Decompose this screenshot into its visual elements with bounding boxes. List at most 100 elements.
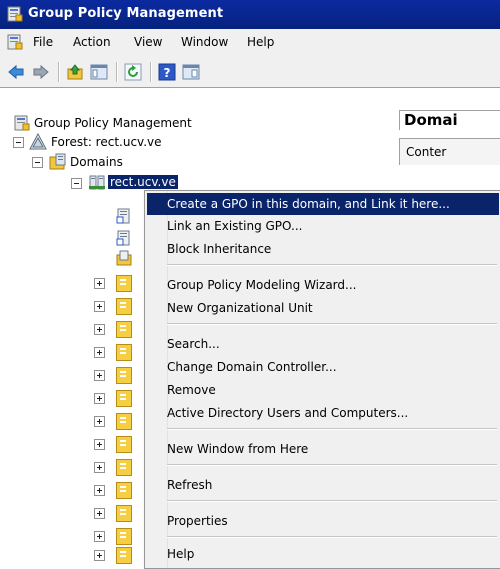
tree-node-ou[interactable] <box>94 527 134 545</box>
menu-item-refresh[interactable]: Refresh <box>147 474 499 496</box>
details-tab[interactable]: Conter <box>399 138 500 165</box>
properties-pane-icon[interactable] <box>182 63 200 81</box>
menu-item-properties[interactable]: Properties <box>147 510 499 532</box>
tree-node-ou[interactable] <box>94 297 134 315</box>
expand-toggle[interactable] <box>94 324 105 335</box>
menu-item-label: Remove <box>167 383 216 397</box>
svg-text:?: ? <box>164 66 171 80</box>
tree-node-ou[interactable] <box>94 274 134 292</box>
expand-toggle[interactable] <box>94 393 105 404</box>
expand-toggle[interactable] <box>94 508 105 519</box>
tree-node-ou[interactable] <box>94 412 134 430</box>
menu-item-new-window[interactable]: New Window from Here <box>147 438 499 460</box>
tree-node-ou[interactable] <box>94 343 134 361</box>
organizational-unit-icon <box>116 547 132 564</box>
menu-item-label: Link an Existing GPO... <box>167 219 303 233</box>
menu-item-label: Properties <box>167 514 228 528</box>
group-policy-management-icon <box>14 115 30 131</box>
linked-gpo-icon[interactable] <box>116 230 132 246</box>
group-policy-objects-icon[interactable] <box>116 250 132 266</box>
menu-item-label: Create a GPO in this domain, and Link it… <box>167 197 450 211</box>
menu-item-label: Group Policy Modeling Wizard... <box>167 278 357 292</box>
menu-separator <box>167 536 497 538</box>
tree-node-root[interactable]: Group Policy Management <box>0 114 300 132</box>
domain-icon <box>89 175 105 190</box>
menu-separator <box>167 264 497 266</box>
menu-item-remove[interactable]: Remove <box>147 379 499 401</box>
tree-label-domain: rect.ucv.ve <box>108 175 178 189</box>
expand-toggle[interactable] <box>94 278 105 289</box>
show-hide-tree-icon[interactable] <box>90 63 108 81</box>
organizational-unit-icon <box>116 459 132 476</box>
menu-bar: File Action View Window Help <box>0 29 500 56</box>
expand-toggle[interactable] <box>94 416 105 427</box>
menu-separator <box>167 500 497 502</box>
organizational-unit-icon <box>116 344 132 361</box>
tree-node-ou[interactable] <box>94 546 134 564</box>
tree-node-ou[interactable] <box>94 320 134 338</box>
tree-node-ou[interactable] <box>94 481 134 499</box>
menu-separator <box>167 464 497 466</box>
expand-toggle[interactable] <box>94 439 105 450</box>
menu-item-search[interactable]: Search... <box>147 333 499 355</box>
organizational-unit-icon <box>116 413 132 430</box>
organizational-unit-icon <box>116 482 132 499</box>
menu-item-label: Block Inheritance <box>167 242 272 256</box>
expand-toggle[interactable] <box>94 370 105 381</box>
expand-toggle[interactable] <box>94 531 105 542</box>
organizational-unit-icon <box>116 298 132 315</box>
collapse-toggle[interactable] <box>71 178 82 189</box>
tree-node-ou[interactable] <box>94 389 134 407</box>
tree-node-ou[interactable] <box>94 366 134 384</box>
tree-node-ou[interactable] <box>94 435 134 453</box>
collapse-toggle[interactable] <box>13 137 24 148</box>
details-tab-label: Conter <box>406 145 447 159</box>
refresh-icon[interactable] <box>124 63 142 81</box>
toolbar-separator <box>150 62 152 82</box>
console-menu-icon[interactable] <box>7 34 23 50</box>
menu-item-help[interactable]: Help <box>147 543 499 565</box>
forward-arrow-icon[interactable] <box>32 63 50 81</box>
toolbar-separator <box>116 62 118 82</box>
tree-node-ou[interactable] <box>94 458 134 476</box>
tree-node-ou[interactable] <box>94 504 134 522</box>
menu-window[interactable]: Window <box>181 35 228 49</box>
domains-folder-icon <box>49 153 66 170</box>
expand-toggle[interactable] <box>94 301 105 312</box>
help-icon[interactable]: ? <box>158 63 176 81</box>
expand-toggle[interactable] <box>94 462 105 473</box>
organizational-unit-icon <box>116 367 132 384</box>
menu-file[interactable]: File <box>33 35 53 49</box>
menu-item-block-inheritance[interactable]: Block Inheritance <box>147 238 499 260</box>
menu-item-link-existing-gpo[interactable]: Link an Existing GPO... <box>147 215 499 237</box>
menu-item-ad-users-computers[interactable]: Active Directory Users and Computers... <box>147 402 499 424</box>
menu-action[interactable]: Action <box>73 35 111 49</box>
organizational-unit-icon <box>116 321 132 338</box>
menu-item-new-ou[interactable]: New Organizational Unit <box>147 297 499 319</box>
title-bar: Group Policy Management <box>0 0 500 29</box>
context-menu: Create a GPO in this domain, and Link it… <box>144 190 500 569</box>
expand-toggle[interactable] <box>94 347 105 358</box>
menu-item-change-dc[interactable]: Change Domain Controller... <box>147 356 499 378</box>
menu-item-label: Help <box>167 547 195 561</box>
expand-toggle[interactable] <box>94 485 105 496</box>
group-policy-app-icon <box>7 6 23 22</box>
menu-view[interactable]: View <box>134 35 162 49</box>
up-folder-icon[interactable] <box>66 63 84 81</box>
organizational-unit-icon <box>116 528 132 545</box>
collapse-toggle[interactable] <box>32 157 43 168</box>
menu-item-label: New Window from Here <box>167 442 309 456</box>
tree-node-forest[interactable]: Forest: rect.ucv.ve <box>0 133 300 151</box>
expand-toggle[interactable] <box>94 550 105 561</box>
back-arrow-icon[interactable] <box>7 63 25 81</box>
toolbar-separator <box>58 62 60 82</box>
tree-label-forest: Forest: rect.ucv.ve <box>51 135 162 149</box>
menu-item-gp-modeling-wizard[interactable]: Group Policy Modeling Wizard... <box>147 274 499 296</box>
linked-gpo-icon[interactable] <box>116 208 132 224</box>
organizational-unit-icon <box>116 275 132 292</box>
window-title: Group Policy Management <box>28 6 224 21</box>
menu-help[interactable]: Help <box>247 35 274 49</box>
tree-node-domains[interactable]: Domains <box>0 153 300 171</box>
menu-item-create-gpo-and-link[interactable]: Create a GPO in this domain, and Link it… <box>147 193 499 215</box>
menu-item-label: Refresh <box>167 478 213 492</box>
